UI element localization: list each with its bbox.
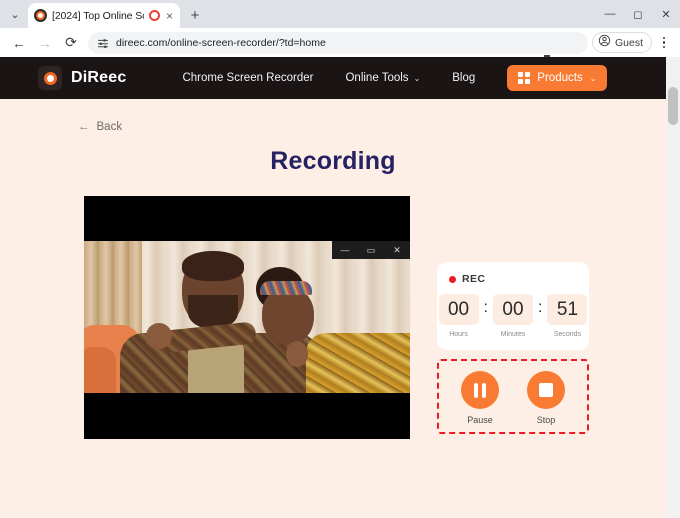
- scrollbar-thumb[interactable]: [668, 87, 678, 125]
- three-dot-menu-icon[interactable]: [654, 36, 674, 49]
- nav-item-label: Blog: [452, 72, 476, 84]
- timer-minutes-label: Minutes: [500, 331, 526, 338]
- page-viewport: DiReec Chrome Screen Recorder Online Too…: [0, 57, 680, 518]
- page-scrollbar[interactable]: [666, 57, 680, 518]
- recording-controls-highlight: Pause Stop: [437, 359, 589, 434]
- stop-button[interactable]: Stop: [527, 371, 565, 425]
- back-row: ← Back: [0, 99, 666, 135]
- recording-preview-video[interactable]: — ▭ ✕: [84, 196, 410, 439]
- tab-search-chevron-down-icon[interactable]: ⌄: [2, 1, 28, 27]
- tab-favicon-icon: [34, 9, 47, 22]
- timer-minutes-value: 00: [493, 294, 533, 325]
- grid-apps-icon: [518, 72, 531, 84]
- window-controls: — ◻ ✕: [596, 0, 680, 28]
- products-label: Products: [537, 72, 583, 84]
- chevron-down-icon: ⌄: [413, 73, 421, 83]
- preview-frame: — ▭ ✕: [84, 241, 410, 393]
- browser-window: ⌄ [2024] Top Online Screen × + — ◻ ✕ ← →…: [0, 0, 680, 518]
- recording-side-panel: REC 00 Hours : 00 Minutes: 51 Seconds P…: [437, 262, 589, 434]
- rec-label: REC: [462, 273, 486, 285]
- site-logo-text: DiReec: [71, 69, 127, 86]
- page-title: Recording: [270, 147, 396, 175]
- hand-second: [286, 341, 308, 367]
- record-dot-icon: [38, 66, 62, 90]
- browser-toolbar: ← → ⟳ direec.com/online-screen-recorder/…: [0, 28, 680, 70]
- window-maximize-button[interactable]: ◻: [624, 0, 652, 28]
- products-button[interactable]: Products ⌄: [507, 65, 608, 91]
- back-button[interactable]: ←: [6, 30, 32, 56]
- preview-minimize-icon[interactable]: —: [332, 241, 358, 259]
- site-header: DiReec Chrome Screen Recorder Online Too…: [0, 57, 666, 99]
- new-tab-button[interactable]: +: [183, 3, 207, 27]
- tune-icon[interactable]: [97, 37, 109, 49]
- tab-strip: ⌄ [2024] Top Online Screen × + — ◻ ✕: [0, 0, 680, 28]
- hand: [146, 323, 172, 349]
- pause-icon: [461, 371, 499, 409]
- chevron-down-icon: ⌄: [589, 73, 597, 83]
- nav-item-chrome-screen-recorder[interactable]: Chrome Screen Recorder: [182, 72, 313, 84]
- profile-label: Guest: [614, 36, 643, 49]
- window-minimize-button[interactable]: —: [596, 0, 624, 28]
- preview-scene: [84, 241, 410, 393]
- nav-item-label: Online Tools: [345, 72, 409, 84]
- arrow-left-icon: ←: [78, 121, 90, 133]
- stop-icon: [527, 371, 565, 409]
- forward-button[interactable]: →: [32, 30, 58, 56]
- preview-window-controls: — ▭ ✕: [332, 241, 410, 259]
- pause-button[interactable]: Pause: [461, 371, 499, 425]
- woman-torso: [306, 333, 410, 393]
- couch-cushion: [84, 347, 116, 393]
- man-hair: [182, 251, 244, 281]
- tab-recording-indicator-icon[interactable]: [148, 10, 160, 21]
- address-bar[interactable]: direec.com/online-screen-recorder/?td=ho…: [88, 31, 588, 54]
- tab-close-icon[interactable]: ×: [165, 10, 174, 22]
- woman-headband: [260, 281, 312, 295]
- rec-status: REC: [449, 273, 577, 285]
- site-logo[interactable]: DiReec: [38, 66, 126, 90]
- recording-timer: 00 Hours : 00 Minutes : 51 Seconds: [438, 294, 588, 338]
- web-page: DiReec Chrome Screen Recorder Online Too…: [0, 57, 666, 518]
- profile-button[interactable]: Guest: [591, 32, 652, 53]
- timer-seconds: 51 Seconds: [547, 294, 588, 338]
- timer-separator: :: [483, 299, 488, 316]
- pause-button-label: Pause: [467, 415, 493, 425]
- stop-button-label: Stop: [536, 415, 556, 425]
- preview-close-icon[interactable]: ✕: [384, 241, 410, 259]
- nav-item-online-tools[interactable]: Online Tools ⌄: [345, 72, 420, 84]
- site-nav: Chrome Screen Recorder Online Tools ⌄ Bl…: [182, 65, 608, 91]
- timer-seconds-label: Seconds: [553, 331, 582, 338]
- timer-seconds-value: 51: [547, 294, 588, 325]
- timer-card: REC 00 Hours : 00 Minutes: 51 Seconds: [437, 262, 589, 350]
- rec-dot-icon: [449, 275, 456, 283]
- woman-face: [262, 287, 314, 345]
- tab-title: [2024] Top Online Screen: [52, 9, 144, 22]
- account-circle-icon: [598, 34, 611, 52]
- window-close-button[interactable]: ✕: [652, 0, 680, 28]
- reload-button[interactable]: ⟳: [58, 30, 84, 56]
- nav-item-blog[interactable]: Blog: [452, 72, 475, 84]
- browser-tab[interactable]: [2024] Top Online Screen ×: [28, 3, 180, 28]
- timer-hours-value: 00: [438, 294, 479, 325]
- address-bar-url: direec.com/online-screen-recorder/?td=ho…: [116, 36, 326, 49]
- timer-separator: :: [538, 299, 543, 316]
- back-link-label: Back: [96, 121, 123, 133]
- nav-item-label: Chrome Screen Recorder: [182, 72, 314, 84]
- timer-hours: 00 Hours: [438, 294, 479, 338]
- back-link[interactable]: ← Back: [78, 121, 122, 133]
- timer-hours-label: Hours: [449, 331, 468, 338]
- preview-maximize-icon[interactable]: ▭: [358, 241, 384, 259]
- timer-minutes: 00 Minutes: [493, 294, 533, 338]
